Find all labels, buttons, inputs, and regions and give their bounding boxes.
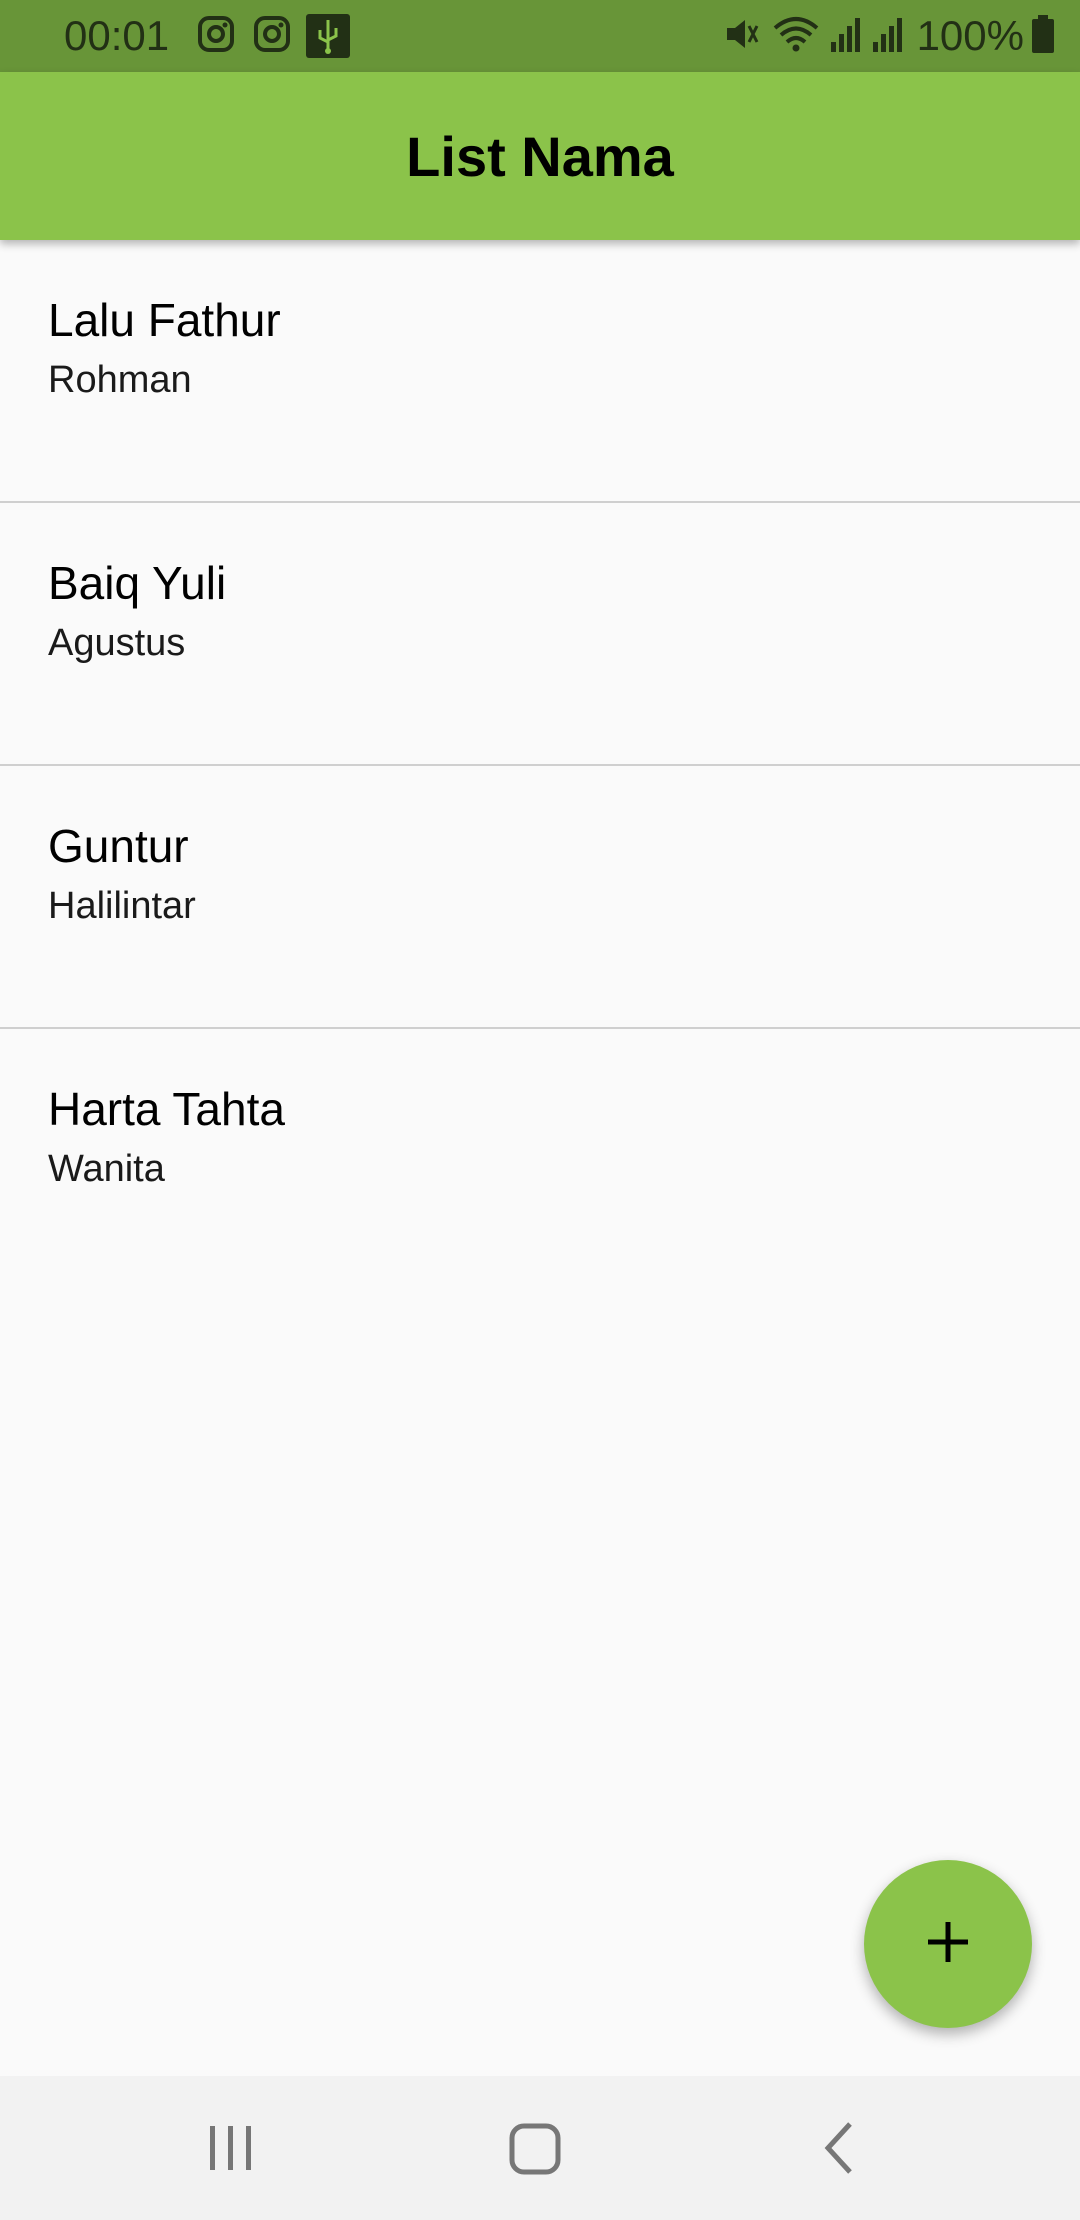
navigation-bar: [0, 2076, 1080, 2220]
back-icon[interactable]: [820, 2118, 860, 2183]
list-item-subtitle: Halilintar: [48, 885, 196, 927]
name-list: Lalu Fathur Rohman Baiq Yuli Agustus Gun…: [0, 240, 1080, 1292]
list-item-title: Guntur: [48, 820, 189, 872]
list-item-title: Lalu Fathur: [48, 294, 281, 346]
wifi-icon: [771, 14, 821, 59]
status-time: 00:01: [64, 12, 170, 59]
list-item[interactable]: Guntur Halilintar: [0, 766, 1080, 1029]
recent-apps-icon[interactable]: [206, 2118, 256, 2183]
status-bar: 00:01 100%: [0, 0, 1080, 72]
mute-icon: [721, 14, 761, 59]
signal-icon: [829, 14, 865, 59]
instagram-icon: [252, 14, 292, 59]
usb-icon: [306, 14, 350, 63]
list-item-title: Baiq Yuli: [48, 557, 227, 609]
battery-icon: [1030, 14, 1056, 59]
battery-percentage: 100%: [916, 12, 1024, 59]
instagram-icon: [196, 14, 236, 59]
home-icon[interactable]: [508, 2118, 562, 2183]
list-item[interactable]: Harta Tahta Wanita: [0, 1029, 1080, 1292]
list-item-title: Harta Tahta: [48, 1083, 285, 1135]
signal-icon: [871, 14, 907, 59]
list-item-subtitle: Rohman: [48, 359, 192, 401]
app-bar: List Nama: [0, 72, 1080, 240]
status-right-icons: 100%: [721, 10, 1056, 62]
page-title: List Nama: [406, 124, 674, 188]
add-button[interactable]: [864, 1860, 1032, 2028]
list-item[interactable]: Baiq Yuli Agustus: [0, 503, 1080, 766]
list-item-subtitle: Wanita: [48, 1148, 165, 1190]
list-item-subtitle: Agustus: [48, 622, 186, 664]
list-item[interactable]: Lalu Fathur Rohman: [0, 240, 1080, 503]
plus-icon: [924, 1918, 972, 1971]
